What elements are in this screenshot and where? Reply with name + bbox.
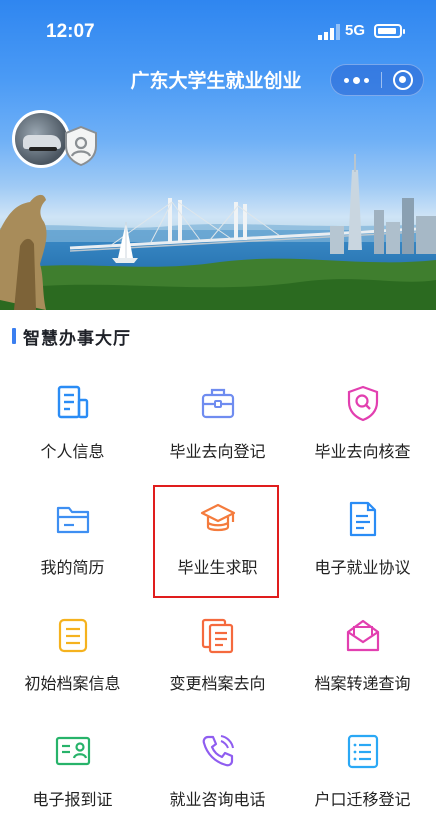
- service-label: 毕业去向核查: [314, 442, 411, 461]
- service-electronic-employment-agreement[interactable]: 电子就业协议: [290, 484, 435, 600]
- service-graduation-destination-register[interactable]: 毕业去向登记: [145, 368, 290, 484]
- service-electronic-registration-certificate[interactable]: 电子报到证: [0, 716, 145, 832]
- service-change-archive-destination[interactable]: 变更档案去向: [145, 600, 290, 716]
- more-icon[interactable]: [341, 69, 371, 91]
- selection-highlight-box: [153, 485, 279, 598]
- briefcase-icon: [201, 388, 234, 419]
- section-header: 智慧办事大厅: [12, 326, 131, 349]
- service-employment-consulting-phone[interactable]: 就业咨询电话: [145, 716, 290, 832]
- service-graduation-destination-check[interactable]: 毕业去向核查: [290, 368, 435, 484]
- service-label: 就业咨询电话: [169, 790, 266, 809]
- avatar[interactable]: [12, 110, 70, 168]
- list-icon: [347, 734, 378, 769]
- section-title: 智慧办事大厅: [23, 328, 131, 349]
- service-label: 户口迁移登记: [314, 790, 411, 809]
- profile-doc-icon: [57, 385, 88, 419]
- shield-search-icon: [347, 385, 378, 422]
- mini-program-capsule: [330, 64, 424, 96]
- document-icon: [349, 501, 376, 537]
- files-icon: [201, 618, 233, 654]
- envelope-icon: [346, 619, 379, 652]
- close-icon[interactable]: [393, 70, 413, 90]
- status-bar: 12:07 5G: [0, 0, 436, 60]
- service-label: 毕业去向登记: [169, 442, 266, 461]
- phone-icon: [202, 735, 234, 767]
- city-banner-image: [0, 154, 436, 310]
- network-type: 5G: [345, 22, 366, 39]
- header: 12:07 5G 广东大学生就业创业: [0, 0, 436, 310]
- service-my-resume[interactable]: 我的简历: [0, 484, 145, 600]
- service-archive-transfer-query[interactable]: 档案转递查询: [290, 600, 435, 716]
- section-accent-bar: [12, 328, 16, 344]
- id-card-icon: [55, 736, 90, 766]
- service-initial-archive-info[interactable]: 初始档案信息: [0, 600, 145, 716]
- battery-icon: [374, 24, 405, 38]
- service-label: 电子就业协议: [314, 558, 411, 577]
- status-time: 12:07: [46, 21, 95, 42]
- verified-user-badge-icon: [65, 126, 97, 166]
- file-list-icon: [58, 618, 87, 653]
- service-personal-info[interactable]: 个人信息: [0, 368, 145, 484]
- folder-icon: [56, 506, 89, 534]
- service-household-migration-register[interactable]: 户口迁移登记: [290, 716, 435, 832]
- service-label: 档案转递查询: [314, 674, 411, 693]
- signal-icon: [318, 24, 340, 40]
- service-label: 我的简历: [40, 558, 105, 577]
- service-label: 个人信息: [40, 442, 105, 461]
- service-label: 电子报到证: [32, 790, 113, 809]
- service-label: 变更档案去向: [169, 674, 266, 693]
- service-label: 初始档案信息: [24, 674, 121, 693]
